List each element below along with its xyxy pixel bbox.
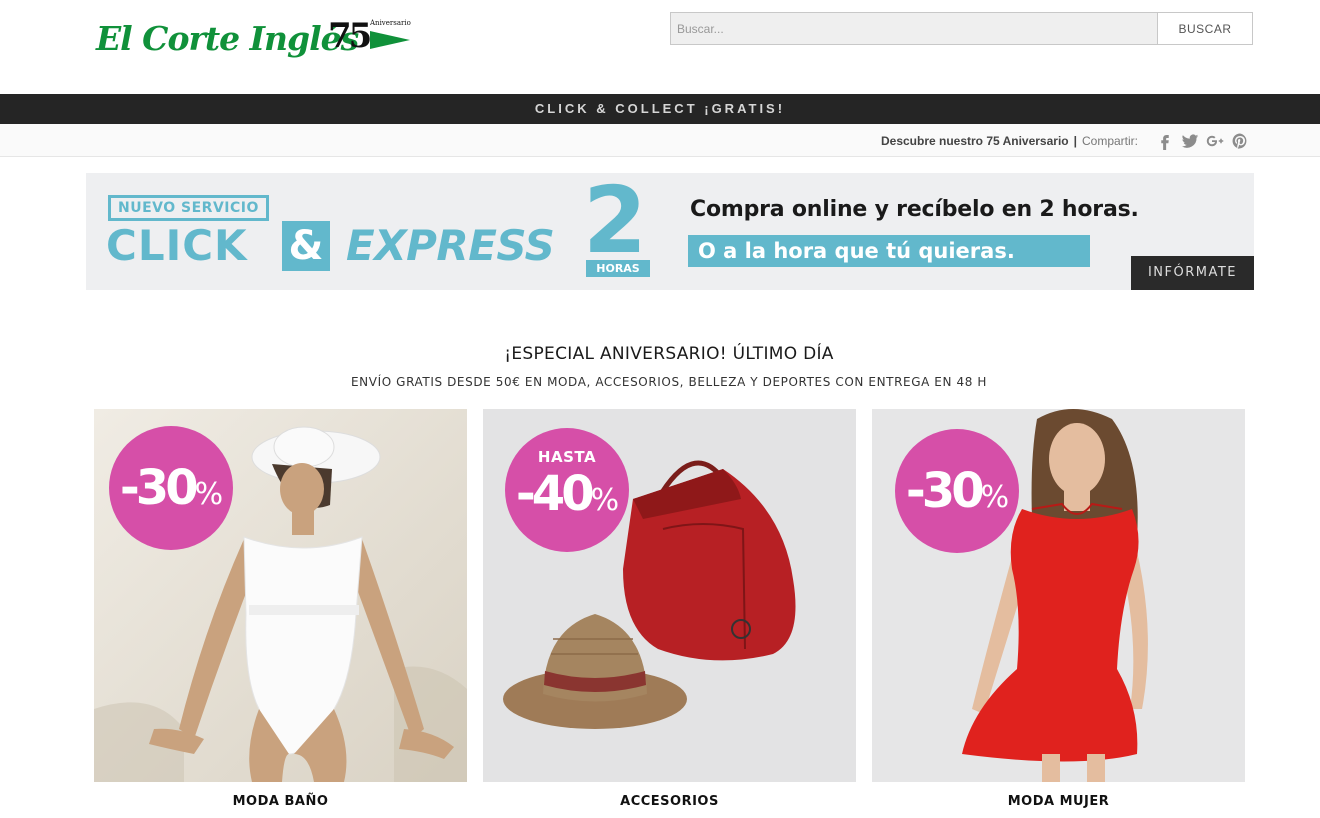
product-card-moda-mujer[interactable]: -30% (872, 409, 1245, 782)
share-label: Compartir: (1081, 133, 1138, 148)
search-bar: BUSCAR (670, 12, 1253, 45)
anniversary-label: Aniversario (370, 19, 411, 27)
banner-tagline-secondary: O a la hora que tú quieras. (688, 235, 1090, 267)
discount-value: -30% (905, 463, 1009, 519)
click-collect-bar[interactable]: CLICK & COLLECT ¡GRATIS! (0, 94, 1320, 124)
el-corte-ingles-logo[interactable]: El Corte Inglés (96, 12, 359, 66)
product-label-moda-bano[interactable]: MODA BAÑO (94, 794, 467, 809)
pinterest-icon[interactable] (1230, 131, 1250, 151)
anniversary-logo: 75 Aniversario (328, 16, 414, 56)
twitter-icon[interactable] (1180, 131, 1200, 151)
google-plus-icon[interactable] (1205, 131, 1225, 151)
search-button[interactable]: BUSCAR (1157, 12, 1253, 45)
green-flag-icon (370, 31, 410, 49)
click-express-banner[interactable]: NUEVO SERVICIO CLICK & EXPRESS 2 HORAS C… (86, 173, 1254, 290)
discount-value: -40% (515, 466, 619, 522)
banner-tagline-primary: Compra online y recíbelo en 2 horas. (690, 197, 1139, 222)
product-card-moda-bano[interactable]: -30% (94, 409, 467, 782)
discount-badge: HASTA -40% (505, 428, 629, 552)
facebook-icon[interactable] (1155, 131, 1175, 151)
discount-value: -30% (119, 460, 223, 516)
anniversary-link[interactable]: Descubre nuestro 75 Aniversario (881, 134, 1069, 148)
discount-prefix: HASTA (537, 448, 597, 466)
banner-horas: HORAS (586, 260, 650, 277)
nuevo-servicio-badge: NUEVO SERVICIO (108, 195, 269, 221)
sub-bar: Descubre nuestro 75 Aniversario | Compar… (0, 124, 1320, 157)
banner-express-word: EXPRESS (346, 221, 555, 270)
informate-button[interactable]: INFÓRMATE (1131, 256, 1254, 290)
logo-wordmark: El Corte Inglés (96, 19, 359, 58)
banner-number: 2 (583, 173, 648, 274)
product-label-moda-mujer[interactable]: MODA MUJER (872, 794, 1245, 809)
anniversary-number: 75 (328, 16, 372, 56)
separator: | (1073, 133, 1077, 148)
product-label-accesorios[interactable]: ACCESORIOS (483, 794, 856, 809)
header: El Corte Inglés 75 Aniversario BUSCAR (0, 0, 1320, 94)
section-subtitle: ENVÍO GRATIS DESDE 50€ EN MODA, ACCESORI… (351, 375, 987, 389)
banner-click-word: CLICK (106, 221, 248, 270)
product-card-accesorios[interactable]: HASTA -40% (483, 409, 856, 782)
search-input[interactable] (670, 12, 1157, 45)
discount-badge: -30% (895, 429, 1019, 553)
banner-ampersand: & (282, 221, 330, 271)
discount-badge: -30% (109, 426, 233, 550)
section-title: ¡ESPECIAL ANIVERSARIO! ÚLTIMO DÍA (504, 344, 834, 364)
